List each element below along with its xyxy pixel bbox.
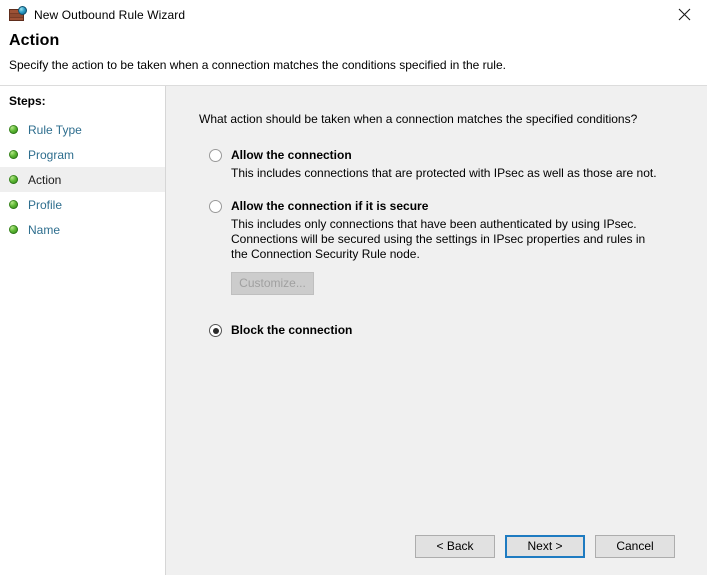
sidebar-item-name[interactable]: Name bbox=[0, 217, 165, 242]
option-allow-connection[interactable]: Allow the connection This includes conne… bbox=[209, 148, 685, 181]
option-label: Allow the connection bbox=[231, 148, 352, 162]
option-label: Block the connection bbox=[231, 323, 353, 337]
content-pane: What action should be taken when a conne… bbox=[166, 86, 707, 575]
sidebar-item-action[interactable]: Action bbox=[0, 167, 165, 192]
radio-allow-if-secure[interactable] bbox=[209, 200, 222, 213]
option-label: Allow the connection if it is secure bbox=[231, 199, 429, 213]
window-title: New Outbound Rule Wizard bbox=[34, 7, 186, 22]
sidebar-item-label: Action bbox=[28, 172, 62, 187]
sidebar-item-program[interactable]: Program bbox=[0, 142, 165, 167]
radio-block-connection[interactable] bbox=[209, 324, 222, 337]
option-description: This includes only connections that have… bbox=[231, 217, 646, 261]
customize-button: Customize... bbox=[231, 272, 314, 295]
step-bullet-icon bbox=[9, 200, 18, 209]
steps-sidebar: Steps: Rule Type Program Action Profile … bbox=[0, 86, 166, 575]
page-title: Action bbox=[9, 32, 60, 49]
option-allow-if-secure[interactable]: Allow the connection if it is secure Thi… bbox=[209, 199, 685, 295]
sidebar-item-profile[interactable]: Profile bbox=[0, 192, 165, 217]
steps-heading: Steps: bbox=[9, 94, 46, 108]
close-icon[interactable] bbox=[662, 0, 707, 29]
sidebar-item-label: Name bbox=[28, 222, 61, 237]
wizard-window: New Outbound Rule Wizard Action Specify … bbox=[0, 0, 707, 575]
wizard-header: Action Specify the action to be taken wh… bbox=[0, 29, 707, 86]
title-bar: New Outbound Rule Wizard bbox=[0, 0, 707, 29]
action-radio-group: Allow the connection This includes conne… bbox=[209, 148, 685, 342]
sidebar-item-label: Program bbox=[28, 147, 75, 162]
step-bullet-icon bbox=[9, 225, 18, 234]
step-bullet-icon bbox=[9, 175, 18, 184]
wizard-footer: < Back Next > Cancel bbox=[199, 535, 685, 575]
action-question: What action should be taken when a conne… bbox=[199, 112, 638, 126]
option-block-connection[interactable]: Block the connection bbox=[209, 323, 685, 338]
firewall-brick-globe-icon bbox=[9, 6, 27, 23]
step-bullet-icon bbox=[9, 150, 18, 159]
radio-allow-connection[interactable] bbox=[209, 149, 222, 162]
sidebar-item-label: Rule Type bbox=[28, 122, 82, 137]
page-subtitle: Specify the action to be taken when a co… bbox=[9, 58, 506, 72]
back-button[interactable]: < Back bbox=[415, 535, 495, 558]
wizard-body: Steps: Rule Type Program Action Profile … bbox=[0, 86, 707, 575]
next-button[interactable]: Next > bbox=[505, 535, 585, 558]
sidebar-item-label: Profile bbox=[28, 197, 63, 212]
step-bullet-icon bbox=[9, 125, 18, 134]
cancel-button[interactable]: Cancel bbox=[595, 535, 675, 558]
option-description: This includes connections that are prote… bbox=[231, 166, 657, 180]
sidebar-item-rule-type[interactable]: Rule Type bbox=[0, 117, 165, 142]
